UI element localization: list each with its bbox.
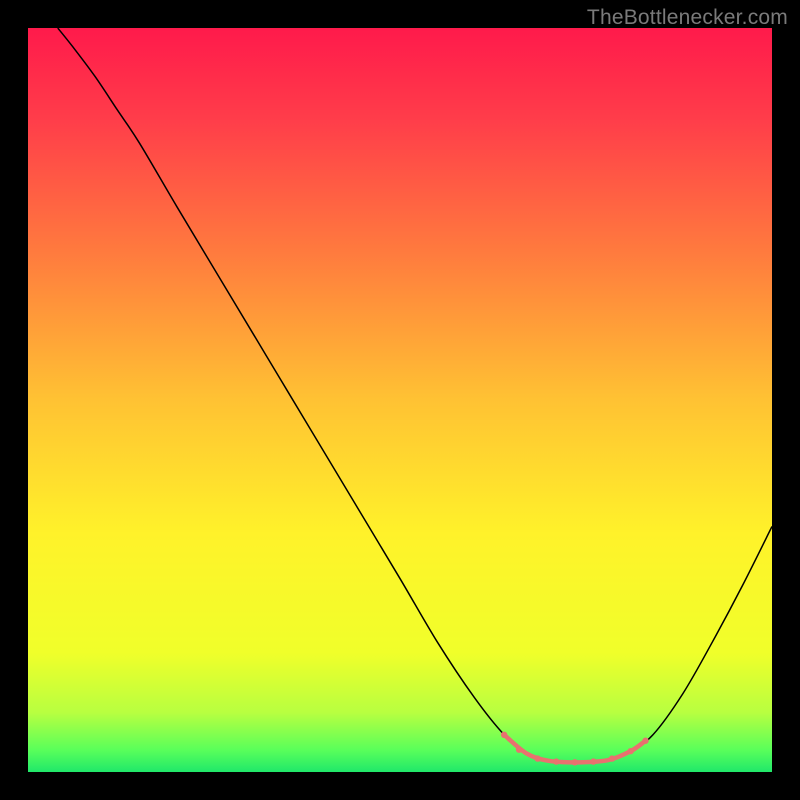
highlight-dot: [642, 738, 648, 744]
gradient-background: [28, 28, 772, 772]
highlight-dot: [609, 755, 615, 761]
highlight-dot: [553, 758, 559, 764]
highlight-dot: [572, 759, 578, 765]
highlight-dot: [627, 748, 633, 754]
highlight-dot: [590, 758, 596, 764]
bottleneck-chart: [28, 28, 772, 772]
watermark-text: TheBottlenecker.com: [587, 6, 788, 30]
highlight-dot: [516, 746, 522, 752]
highlight-dot: [534, 755, 540, 761]
highlight-dot: [501, 732, 507, 738]
chart-svg: [28, 28, 772, 772]
